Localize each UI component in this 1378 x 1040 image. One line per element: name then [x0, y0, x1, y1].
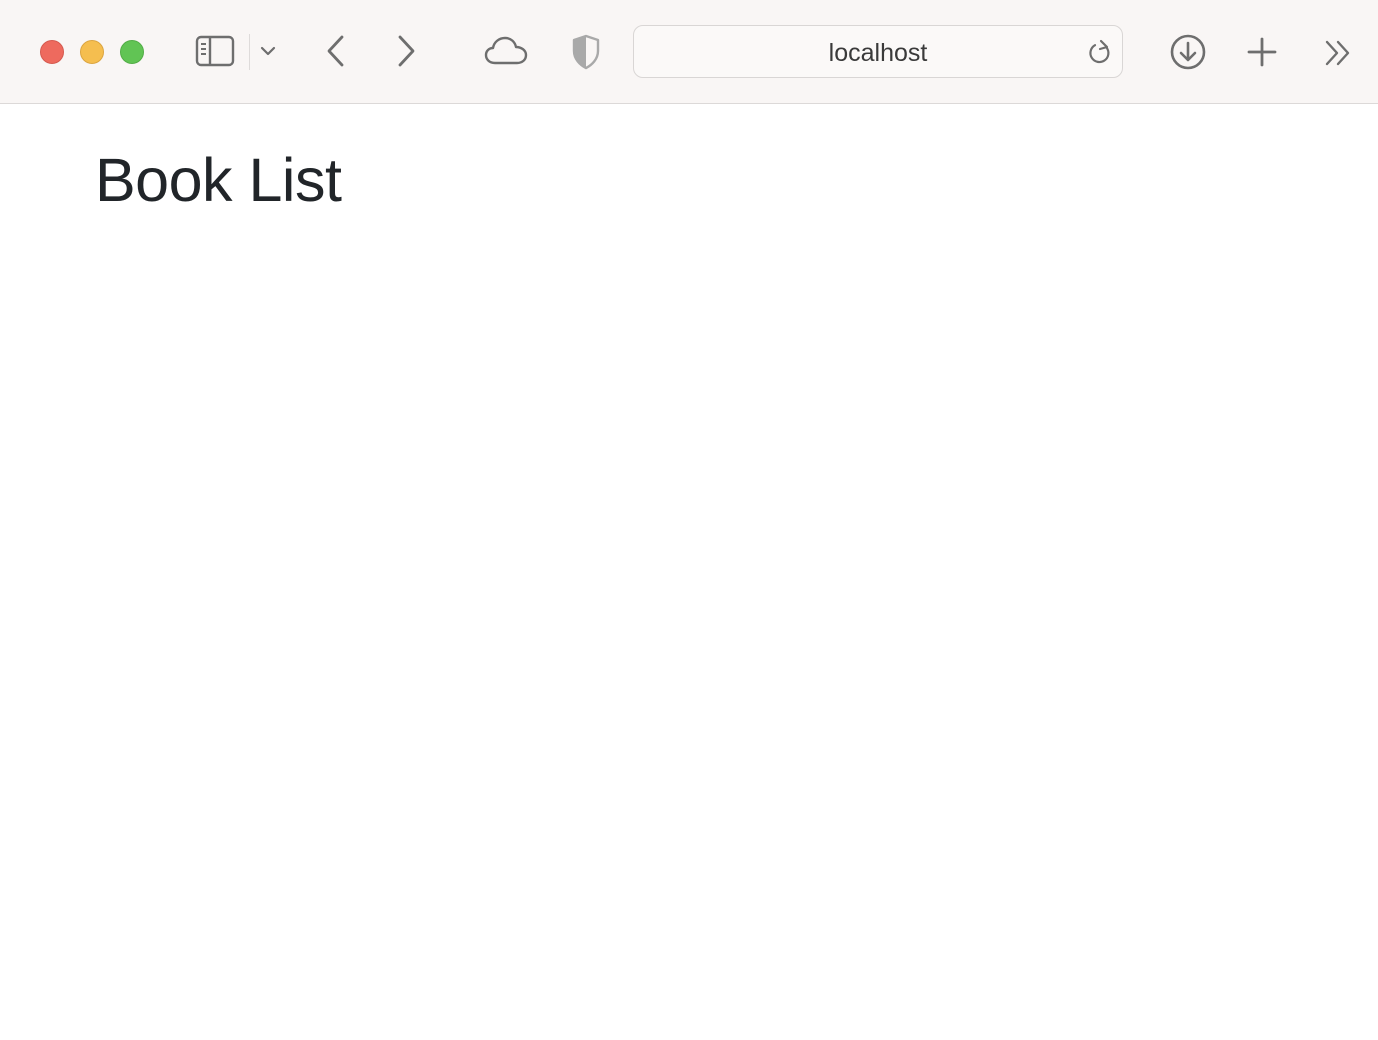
- address-text: localhost: [828, 39, 928, 67]
- close-window-button[interactable]: [40, 40, 64, 64]
- shield-icon[interactable]: [570, 33, 602, 71]
- minimize-window-button[interactable]: [80, 40, 104, 64]
- zoom-window-button[interactable]: [120, 40, 144, 64]
- cloud-icon[interactable]: [483, 34, 529, 68]
- reload-icon[interactable]: [1086, 39, 1114, 67]
- browser-toolbar: localhost: [0, 0, 1378, 104]
- plus-icon[interactable]: [1245, 35, 1279, 69]
- double-chevron-right-icon[interactable]: [1322, 38, 1354, 68]
- browser-window: localhost Book List: [0, 0, 1378, 1040]
- page-content: Book List: [0, 105, 1378, 1040]
- address-bar[interactable]: localhost: [633, 25, 1123, 78]
- download-icon[interactable]: [1169, 33, 1207, 71]
- toolbar-divider: [249, 34, 250, 70]
- chevron-down-icon[interactable]: [259, 44, 277, 58]
- page-title: Book List: [95, 146, 342, 214]
- back-button[interactable]: [322, 33, 350, 69]
- forward-button[interactable]: [392, 33, 420, 69]
- sidebar-icon[interactable]: [195, 34, 235, 68]
